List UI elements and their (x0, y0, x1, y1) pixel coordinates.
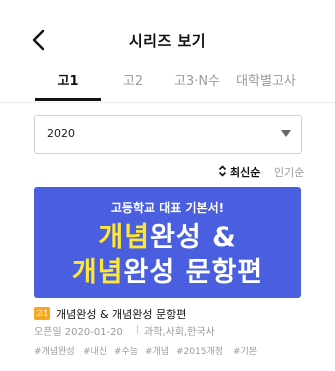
banner-line-1-highlight: 개념 (98, 222, 151, 253)
banner-subtitle: 고등학교 대표 기본서! (110, 201, 225, 215)
page-title: 시리즈 보기 (128, 32, 207, 50)
caret-down-icon (281, 130, 291, 137)
banner-line-2-highlight: 개념 (71, 257, 124, 288)
subjects: 과학,사회,한국사 (144, 327, 215, 338)
tag[interactable]: #기본 (233, 344, 257, 357)
tag[interactable]: #개념완성 (34, 344, 75, 357)
tab-grade-3[interactable]: 고3·N수 (165, 70, 229, 89)
meta-divider (137, 325, 138, 334)
banner-line-2-rest: 완성 문항편 (123, 257, 264, 288)
banner-line-1: 개념완성 & (34, 215, 301, 254)
tag[interactable]: #2015개정 (176, 344, 223, 357)
tab-university-exam[interactable]: 대학별고사 (229, 70, 303, 89)
active-tab-indicator (35, 98, 101, 101)
series-title[interactable]: 개념완성 & 개념완성 문항편 (56, 306, 186, 322)
sort-latest-label: 최신순 (230, 166, 261, 179)
sort-bar: 최신순 인기순 (0, 163, 335, 183)
grade-badge: 고1 (34, 307, 50, 320)
tab-grade-2[interactable]: 고2 (101, 70, 165, 89)
year-select-value: 2020 (47, 127, 75, 140)
year-select[interactable]: 2020 (34, 115, 302, 154)
grade-tabs: 고1 고2 고3·N수 대학별고사 (0, 60, 335, 102)
open-date: 오픈일 2020-01-20 (34, 327, 123, 338)
tag[interactable]: #수능 (114, 344, 138, 357)
sort-popular-button[interactable]: 인기순 (274, 164, 304, 180)
banner-line-2: 개념완성 문항편 (34, 250, 301, 289)
series-banner[interactable]: 고등학교 대표 기본서! 개념완성 & 개념완성 문항편 (34, 187, 301, 298)
tab-grade-1[interactable]: 고1 (35, 70, 101, 89)
tag-list: #개념완성 #내신 #수능 #개념 #2015개정 #기본 (34, 344, 314, 358)
banner-line-1-rest: 완성 & (150, 222, 237, 253)
tag[interactable]: #개념 (145, 344, 169, 357)
tag[interactable]: #내신 (83, 344, 107, 357)
tabs-divider (0, 102, 335, 103)
sort-icon (218, 165, 227, 177)
